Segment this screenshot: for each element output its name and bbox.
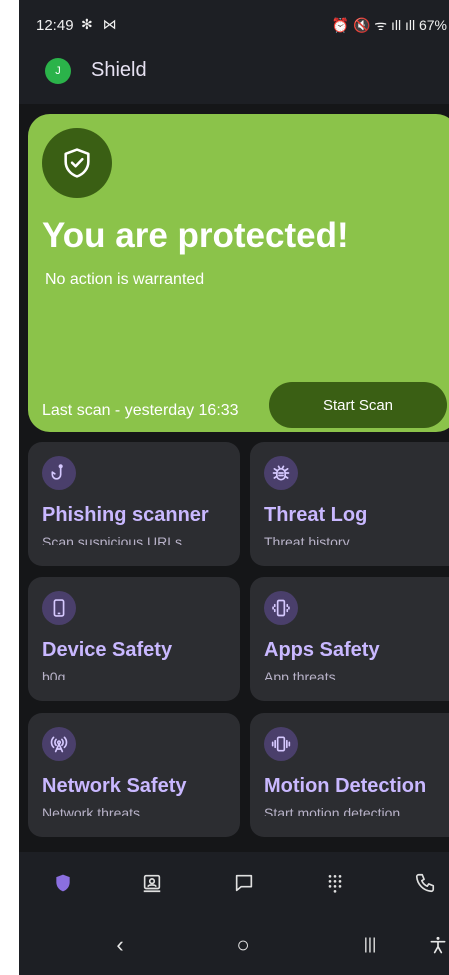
app-bar (19, 50, 449, 102)
home-button[interactable]: ○ (228, 932, 258, 958)
last-scan-text: Last scan - yesterday 16:33 (42, 402, 239, 419)
status-right-icons: ⏰ 🔇 ᯤ ıll ıll 67% (331, 17, 447, 33)
main-content: You are protected! No action is warrante… (19, 104, 449, 852)
card-title: Device Safety (42, 639, 173, 661)
shield-icon[interactable] (48, 870, 78, 896)
card-title: Phishing scanner (42, 504, 209, 526)
protection-subtitle: No action is warranted (45, 271, 205, 288)
vibrating-phone-icon (264, 591, 298, 625)
card-subtitle: b0g (42, 669, 66, 680)
app-title: Shield (91, 59, 147, 81)
card-title: Network Safety (42, 775, 187, 797)
status-bar: 12:49 ✻ ⋈ ⏰ 🔇 ᯤ ıll ıll 67% (19, 0, 449, 50)
card-device-safety[interactable]: Device Safety b0g (28, 577, 240, 701)
protection-title: You are protected! (42, 216, 349, 255)
dialpad-icon[interactable] (320, 870, 350, 896)
back-button[interactable]: ‹ (105, 932, 135, 958)
phone-call-icon[interactable] (410, 870, 440, 896)
card-motion-detection[interactable]: Motion Detection Start motion detection (250, 713, 449, 837)
card-apps-safety[interactable]: Apps Safety App threats (250, 577, 449, 701)
card-network-safety[interactable]: Network Safety Network threats (28, 713, 240, 837)
status-time: 12:49 (36, 17, 74, 34)
protection-status-card: You are protected! No action is warrante… (28, 114, 449, 432)
start-scan-button[interactable]: Start Scan (269, 382, 447, 428)
contact-card-icon[interactable] (137, 870, 167, 896)
antenna-icon (42, 727, 76, 761)
vibration-icon (264, 727, 298, 761)
card-phishing-scanner[interactable]: Phishing scanner Scan suspicious URLs (28, 442, 240, 566)
avatar[interactable]: J (45, 58, 71, 84)
phone-screen: 12:49 ✻ ⋈ ⏰ 🔇 ᯤ ıll ıll 67% J Shield You… (19, 0, 449, 975)
recents-button[interactable]: ||| (355, 932, 385, 958)
accessibility-icon[interactable] (423, 932, 449, 958)
card-subtitle: Threat history (264, 534, 350, 545)
chat-icon[interactable] (229, 870, 259, 896)
card-title: Apps Safety (264, 639, 380, 661)
card-title: Threat Log (264, 504, 368, 526)
bug-icon (264, 456, 298, 490)
card-threat-log[interactable]: Threat Log Threat history (250, 442, 449, 566)
card-title: Motion Detection (264, 775, 427, 797)
phone-icon (42, 591, 76, 625)
card-subtitle: Network threats (42, 805, 141, 816)
shield-check-icon (42, 128, 112, 198)
bottom-navigation (19, 852, 449, 914)
card-subtitle: Scan suspicious URLs (42, 534, 183, 545)
card-subtitle: App threats (264, 669, 336, 680)
hook-icon (42, 456, 76, 490)
notification-icons: ✻ ⋈ (81, 16, 120, 32)
card-subtitle: Start motion detection (264, 805, 401, 816)
system-navigation-bar: ‹ ○ ||| (19, 914, 449, 975)
